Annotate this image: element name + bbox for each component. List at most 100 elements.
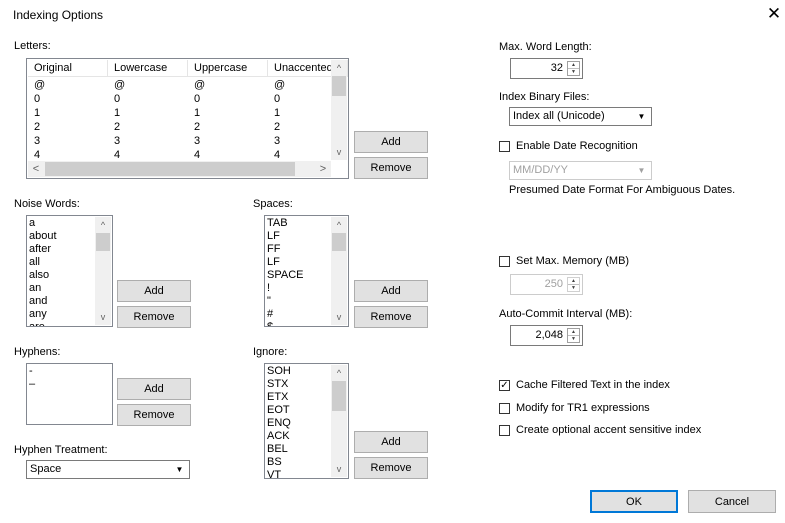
scroll-left-icon[interactable]: < <box>28 161 44 177</box>
scroll-down-icon[interactable]: v <box>331 461 347 477</box>
spinner-buttons[interactable]: ▲ ▼ <box>567 61 580 76</box>
set-max-memory-checkbox[interactable]: Set Max. Memory (MB) <box>499 255 629 267</box>
table-row[interactable]: 4444 <box>28 148 348 162</box>
checkbox-box[interactable] <box>499 402 510 414</box>
hyphen-treatment-select[interactable]: Space ▼ <box>26 460 190 479</box>
enable-date-recognition-checkbox[interactable]: Enable Date Recognition <box>499 140 638 152</box>
accent-sensitive-checkbox[interactable]: Create optional accent sensitive index <box>499 424 701 436</box>
ok-button[interactable]: OK <box>590 490 678 513</box>
column-header[interactable]: Lowercase <box>108 60 188 76</box>
scroll-up-icon[interactable]: ^ <box>95 217 111 233</box>
list-item[interactable]: also <box>28 269 57 282</box>
ignore-scrollbar[interactable]: ^ v <box>331 365 347 477</box>
list-item[interactable]: - <box>28 365 35 378</box>
table-row[interactable]: 2222 <box>28 120 348 134</box>
letters-grid[interactable]: Original Lowercase Uppercase Unaccented @ @ @… <box>26 58 349 179</box>
scroll-up-icon[interactable]: ^ <box>331 365 347 381</box>
modify-tr1-label: Modify for TR1 expressions <box>516 402 650 414</box>
noise-words-remove-button[interactable]: Remove <box>117 306 191 328</box>
list-item[interactable]: TAB <box>266 217 303 230</box>
spaces-scrollbar[interactable]: ^ v <box>331 217 347 325</box>
list-item[interactable]: any <box>28 308 57 321</box>
checkbox-box[interactable] <box>499 424 510 436</box>
scroll-thumb[interactable] <box>332 233 346 251</box>
list-item[interactable]: SOH <box>266 365 291 378</box>
list-item[interactable]: ACK <box>266 430 291 443</box>
list-item[interactable]: " <box>266 295 303 308</box>
ignore-add-button[interactable]: Add <box>354 431 428 453</box>
spaces-add-button[interactable]: Add <box>354 280 428 302</box>
close-icon[interactable]: ✕ <box>766 4 782 24</box>
index-binary-files-select[interactable]: Index all (Unicode) ▼ <box>509 107 652 126</box>
modify-tr1-checkbox[interactable]: Modify for TR1 expressions <box>499 402 650 414</box>
letters-hscrollbar[interactable]: < > <box>28 161 331 177</box>
list-item[interactable]: FF <box>266 243 303 256</box>
ignore-remove-button[interactable]: Remove <box>354 457 428 479</box>
list-item[interactable]: VT <box>266 469 291 478</box>
scroll-up-icon[interactable]: ^ <box>331 217 347 233</box>
hyphens-add-button[interactable]: Add <box>117 378 191 400</box>
table-row[interactable]: 1111 <box>28 106 348 120</box>
enable-date-recognition-label: Enable Date Recognition <box>516 140 638 152</box>
hyphens-remove-button[interactable]: Remove <box>117 404 191 426</box>
list-item[interactable]: an <box>28 282 57 295</box>
hyphens-list[interactable]: - – <box>26 363 113 425</box>
table-row[interactable]: @ @ @ @ <box>28 78 348 92</box>
list-item[interactable]: LF <box>266 256 303 269</box>
chevron-down-icon[interactable]: ▼ <box>634 109 649 124</box>
list-item[interactable]: ! <box>266 282 303 295</box>
spaces-remove-button[interactable]: Remove <box>354 306 428 328</box>
list-item[interactable]: EOT <box>266 404 291 417</box>
scroll-up-icon[interactable]: ^ <box>331 60 347 76</box>
scroll-down-icon[interactable]: v <box>331 144 347 160</box>
checkbox-box[interactable] <box>499 255 510 267</box>
list-item[interactable]: STX <box>266 378 291 391</box>
spinner-buttons[interactable]: ▲ ▼ <box>567 328 580 343</box>
list-item[interactable]: all <box>28 256 57 269</box>
cache-filtered-text-checkbox[interactable]: ✓ Cache Filtered Text in the index <box>499 379 670 391</box>
spin-up-icon[interactable]: ▲ <box>568 329 579 336</box>
auto-commit-spinner[interactable]: 2,048 ▲ ▼ <box>510 325 583 346</box>
list-item[interactable]: – <box>28 378 35 391</box>
table-row[interactable]: 3333 <box>28 134 348 148</box>
list-item[interactable]: ENQ <box>266 417 291 430</box>
list-item[interactable]: a <box>28 217 57 230</box>
table-row[interactable]: 0000 <box>28 92 348 106</box>
list-item[interactable]: ETX <box>266 391 291 404</box>
column-header[interactable]: Uppercase <box>188 60 268 76</box>
scroll-down-icon[interactable]: v <box>95 309 111 325</box>
spin-down-icon[interactable]: ▼ <box>568 69 579 75</box>
checkbox-box[interactable] <box>499 140 510 152</box>
scroll-thumb[interactable] <box>45 162 295 176</box>
spin-up-icon[interactable]: ▲ <box>568 62 579 69</box>
cancel-button[interactable]: Cancel <box>688 490 776 513</box>
list-item[interactable]: about <box>28 230 57 243</box>
list-item[interactable]: BS <box>266 456 291 469</box>
column-header[interactable]: Original <box>28 60 108 76</box>
noise-words-add-button[interactable]: Add <box>117 280 191 302</box>
max-word-length-spinner[interactable]: 32 ▲ ▼ <box>510 58 583 79</box>
spaces-list[interactable]: TAB LF FF LF SPACE! " # $ ^ v <box>264 215 349 327</box>
scroll-thumb[interactable] <box>96 233 110 251</box>
ignore-list[interactable]: SOH STX ETX EOT ENQ ACK BEL BS VT ^ v <box>264 363 349 479</box>
list-item[interactable]: BEL <box>266 443 291 456</box>
noise-words-scrollbar[interactable]: ^ v <box>95 217 111 325</box>
letters-remove-button[interactable]: Remove <box>354 157 428 179</box>
list-item[interactable]: and <box>28 295 57 308</box>
list-item[interactable]: are <box>28 321 57 326</box>
spin-down-icon[interactable]: ▼ <box>568 336 579 342</box>
list-item[interactable]: # <box>266 308 303 321</box>
list-item[interactable]: SPACE <box>266 269 303 282</box>
chevron-down-icon[interactable]: ▼ <box>172 462 187 477</box>
list-item[interactable]: after <box>28 243 57 256</box>
noise-words-list[interactable]: a about after all also an and any are ^ v <box>26 215 113 327</box>
letters-vscrollbar[interactable]: ^ v <box>331 60 347 160</box>
checkbox-box[interactable]: ✓ <box>499 379 510 391</box>
list-item[interactable]: LF <box>266 230 303 243</box>
letters-add-button[interactable]: Add <box>354 131 428 153</box>
scroll-thumb[interactable] <box>332 76 346 96</box>
scroll-thumb[interactable] <box>332 381 346 411</box>
list-item[interactable]: $ <box>266 321 303 326</box>
scroll-right-icon[interactable]: > <box>315 161 331 177</box>
scroll-down-icon[interactable]: v <box>331 309 347 325</box>
